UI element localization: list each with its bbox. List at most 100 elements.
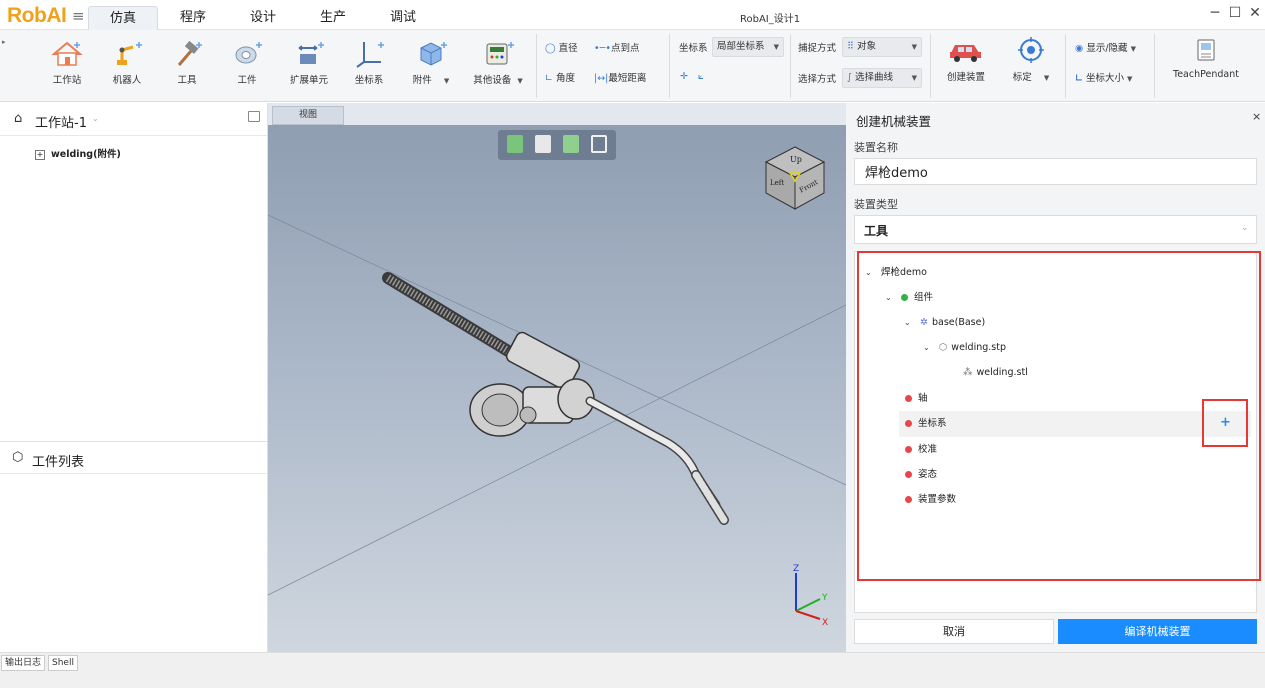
view-edges-icon[interactable] [563, 135, 579, 153]
station-title[interactable]: 工作站-1 [35, 112, 87, 131]
tab-simulation[interactable]: 仿真 [88, 6, 158, 30]
hammer-icon [164, 38, 210, 68]
angle-button[interactable]: ∟ 角度 [545, 70, 575, 84]
view-cube[interactable]: Up Left Front [764, 145, 826, 211]
close-panel-icon[interactable]: × [1252, 110, 1261, 123]
workpiece-label: 工件 [237, 75, 257, 86]
cancel-button[interactable]: 取消 [854, 619, 1054, 644]
workpiece-icon [224, 38, 270, 68]
device-name-label: 装置名称 [854, 141, 898, 154]
device-name-input[interactable] [854, 158, 1257, 185]
point-to-point-button[interactable]: •─•点到点 [594, 40, 639, 54]
tree-calibration-label: 校准 [918, 444, 938, 455]
workpiece-list-header: ⬡ 工件列表 [0, 441, 267, 474]
show-hide-button[interactable]: ◉ 显示/隐藏 ▼ [1075, 40, 1136, 54]
device-type-select[interactable]: 工具 ⌄ [854, 215, 1257, 244]
coordinate-system-button[interactable]: 坐标系 [346, 38, 392, 86]
robot-button[interactable]: 机器人 [104, 38, 150, 86]
calibration-label: 标定 [1012, 72, 1032, 83]
tree-axis[interactable]: 轴 [905, 390, 928, 408]
panel-toggle-icon[interactable] [248, 111, 260, 122]
panel-title: 创建机械装置 [856, 114, 932, 129]
eye-icon: ◉ [1075, 43, 1084, 54]
cube-outline-icon: ⬡ [12, 450, 24, 465]
tab-program[interactable]: 程序 [168, 6, 218, 30]
tree-components-label: 组件 [914, 292, 934, 303]
maximize-icon[interactable]: ☐ [1226, 5, 1244, 21]
create-device-panel: 创建机械装置 × 装置名称 装置类型 工具 ⌄ ⌄焊枪demo ⌄组件 ⌄✲ba… [846, 103, 1265, 652]
chevron-down-icon: ▼ [773, 43, 779, 51]
chevron-down-icon[interactable]: ▼ [444, 77, 449, 85]
close-window-icon[interactable]: ✕ [1246, 5, 1264, 21]
view-shaded-icon[interactable] [507, 135, 523, 153]
shortest-distance-label: 最短距离 [608, 73, 647, 84]
chevron-down-icon[interactable]: ▼ [517, 77, 522, 85]
axis-size-button[interactable]: ∟ 坐标大小 ▼ [1075, 70, 1132, 84]
tree-root[interactable]: ⌄ 焊枪demo [865, 264, 927, 282]
status-error-icon [905, 395, 912, 402]
chevron-down-icon[interactable]: ⌄ [865, 264, 875, 282]
tree-step-file-label: welding.stp [951, 342, 1006, 353]
tab-production[interactable]: 生产 [308, 6, 358, 30]
workstation-label: 工作站 [52, 75, 82, 86]
shortest-distance-button[interactable]: |↔|最短距离 [594, 70, 646, 84]
chevron-down-icon[interactable]: ⌄ [92, 114, 99, 123]
tab-shell[interactable]: Shell [48, 655, 78, 671]
calibration-button[interactable]: 标定 ▼ [1006, 35, 1056, 83]
tree-stl-file-label: welding.stl [976, 367, 1028, 378]
group-divider [790, 34, 791, 98]
workstation-button[interactable]: 工作站 [44, 38, 90, 86]
part-icon: ⬡ [939, 342, 948, 353]
tree-base[interactable]: ⌄ ✲ base(Base) [904, 314, 985, 332]
snap-mode-select[interactable]: ⠿ 对象 ▼ [842, 37, 922, 57]
tree-coord[interactable]: 坐标系 [905, 415, 947, 433]
teach-pendant-button[interactable]: TeachPendant [1164, 35, 1248, 80]
tree-stl-file[interactable]: ⁂ welding.stl [963, 364, 1028, 382]
tab-output-log[interactable]: 输出日志 [1, 655, 46, 671]
compile-device-button[interactable]: 编译机械装置 [1058, 619, 1257, 644]
device-type-value: 工具 [864, 224, 889, 238]
axis-icon [346, 38, 392, 68]
cube-face-up: Up [790, 155, 802, 164]
create-device-button[interactable]: 创建装置 [938, 35, 994, 83]
tree-params[interactable]: 装置参数 [905, 491, 956, 509]
accessory-button[interactable]: 附件 ▼ [404, 38, 458, 86]
minimize-icon[interactable]: ─ [1206, 5, 1224, 21]
angle-label: 角度 [556, 73, 576, 84]
tree-axis-label: 轴 [918, 393, 928, 404]
extension-unit-label: 扩展单元 [289, 75, 328, 86]
tool-button[interactable]: 工具 [164, 38, 210, 86]
chevron-down-icon[interactable]: ⌄ [923, 339, 933, 357]
tab-design[interactable]: 设计 [238, 6, 288, 30]
mesh-icon: ⁂ [963, 367, 973, 378]
tab-view[interactable]: 视图 [272, 106, 344, 125]
fit-view-icon[interactable] [591, 135, 607, 153]
welding-torch-model[interactable] [382, 272, 729, 525]
bottom-bar: 输出日志 Shell [0, 652, 1265, 688]
tab-debug[interactable]: 调试 [378, 6, 428, 30]
move-icon[interactable]: ✛ [680, 71, 688, 82]
ribbon-collapse-icon[interactable]: ▸ [2, 38, 6, 46]
tree-item-welding[interactable]: + welding(附件) [35, 146, 121, 160]
other-device-button[interactable]: 其他设备 ▼ [468, 38, 528, 86]
chevron-down-icon[interactable]: ▼ [1044, 74, 1049, 82]
snap-mode-value: 对象 [857, 41, 877, 52]
chevron-down-icon[interactable]: ⌄ [904, 314, 914, 332]
tree-pose[interactable]: 姿态 [905, 466, 937, 484]
workpiece-button[interactable]: 工件 [224, 38, 270, 86]
diameter-button[interactable]: ◯ 直径 [545, 40, 578, 54]
tree-components[interactable]: ⌄ 组件 [885, 289, 933, 307]
tree-step-file[interactable]: ⌄ ⬡ welding.stp [923, 339, 1006, 357]
select-mode-select[interactable]: ∫ 选择曲线 ▼ [842, 68, 922, 88]
extension-unit-button[interactable]: 扩展单元 [284, 38, 334, 86]
chevron-down-icon[interactable]: ⌄ [885, 289, 895, 307]
menu-icon[interactable]: ≡ [72, 7, 85, 25]
3d-viewport[interactable]: 视图 Up Left Front Z Y X [268, 103, 846, 652]
view-wireframe-icon[interactable] [535, 135, 551, 153]
coordinate-select[interactable]: 局部坐标系 ▼ [712, 37, 784, 57]
tree-calibration[interactable]: 校准 [905, 441, 937, 459]
rotate-icon[interactable]: ⟀ [698, 71, 704, 82]
add-coordinate-icon[interactable]: + [1220, 415, 1231, 430]
expand-icon[interactable]: + [35, 150, 45, 160]
diameter-label: 直径 [558, 43, 578, 54]
